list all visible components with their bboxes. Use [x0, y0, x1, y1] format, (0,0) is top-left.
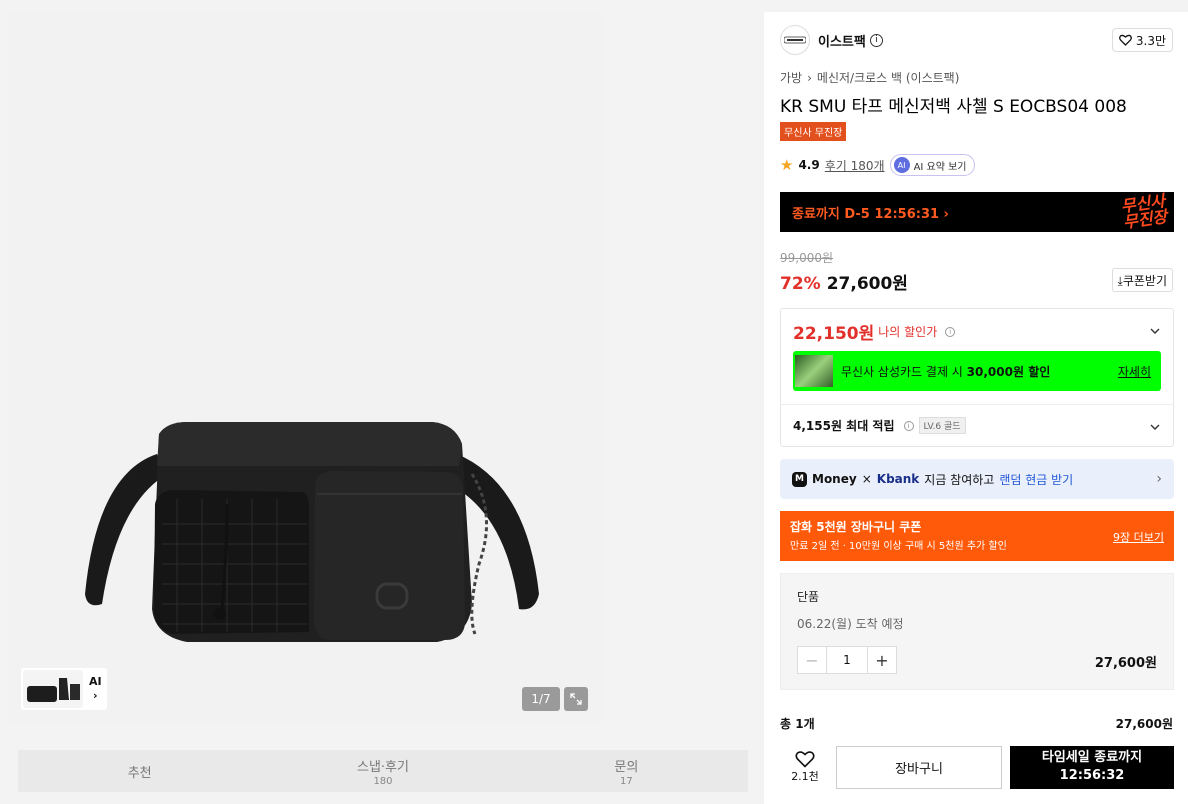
musinsa-mujinjang-logo: 무신사 무진장 [1119, 191, 1169, 232]
chevron-right-icon: › [93, 689, 98, 702]
card-discount-banner[interactable]: 무신사 삼성카드 결제 시 30,000원 할인 자세히 [793, 351, 1161, 391]
timesale-banner[interactable]: 종료까지 D-5 12:56:31 › 무신사 무진장 [780, 191, 1174, 232]
option-name: 단품 [797, 590, 820, 604]
content-tabs: 추천 스냅·후기 180 문의 17 [18, 750, 748, 792]
timesale-countdown: 종료까지 D-5 12:56:31 › [792, 206, 949, 222]
tab-recommend[interactable]: 추천 [18, 750, 261, 792]
discount-rate: 72% [780, 274, 821, 294]
quantity-stepper: − 1 + [797, 646, 897, 674]
wishlist-button[interactable]: 2.1천 [780, 750, 830, 784]
coupon-subtitle: 만료 2일 전 · 10만원 이상 구매 시 5천원 추가 할인 [790, 541, 1007, 552]
product-gallery-column: AI › 1/7 추천 스냅·후기 180 문의 17 [0, 0, 763, 804]
total-price: 27,600원 [1115, 717, 1173, 731]
kbank-promo-banner[interactable]: M Money × Kbank 지금 참여하고 랜덤 현금 받기 › [780, 459, 1174, 499]
ai-thumbnail-label[interactable]: AI › [89, 675, 102, 703]
info-icon[interactable]: i [869, 33, 883, 47]
money-icon: M [792, 471, 807, 487]
points-row[interactable]: 4,155원 최대 적립 i LV.6 골드 [793, 417, 966, 434]
tab-inquiry[interactable]: 문의 17 [505, 750, 748, 792]
info-icon[interactable]: i [903, 420, 914, 431]
chevron-right-icon: › [807, 70, 812, 85]
brand-like-button[interactable]: 3.3만 [1111, 28, 1173, 52]
chevron-down-icon[interactable] [1149, 421, 1161, 433]
ai-icon: AI [893, 157, 910, 173]
ai-summary-button[interactable]: AI AI 요약 보기 [889, 154, 975, 176]
add-to-cart-button[interactable]: 장바구니 [836, 745, 1002, 789]
member-level-badge: LV.6 골드 [918, 417, 966, 434]
chevron-right-icon: › [1156, 471, 1162, 487]
review-link[interactable]: 후기 180개 [825, 157, 885, 174]
card-image [795, 355, 833, 387]
thumbnail-image[interactable] [23, 670, 83, 708]
my-discount-label: 나의 할인가 [878, 325, 938, 339]
heart-icon [795, 751, 815, 768]
image-counter: 1/7 [522, 687, 560, 711]
thumbnail-strip[interactable]: AI › [21, 668, 107, 710]
original-price: 99,000원 [780, 251, 834, 265]
plus-icon[interactable]: + [868, 647, 896, 673]
purchase-bar: 2.1천 장바구니 타임세일 종료까지 12:56:32 [780, 745, 1174, 789]
cart-coupon-banner[interactable]: 잡화 5천원 장바구니 쿠폰 만료 2일 전 · 10만원 이상 구매 시 5천… [780, 511, 1174, 561]
my-price-row[interactable]: 22,150원 나의 할인가 i [793, 319, 956, 344]
card-discount-text: 무신사 삼성카드 결제 시 30,000원 할인 [841, 364, 1051, 379]
divider [781, 404, 1173, 405]
breadcrumb-item[interactable]: 메신저/크로스 백 (이스트팩) [817, 69, 959, 86]
info-icon[interactable]: i [945, 326, 956, 337]
coupon-title: 잡화 5천원 장바구니 쿠폰 [790, 520, 922, 534]
quantity-value[interactable]: 1 [826, 647, 868, 673]
coupon-more-link[interactable]: 9장 더보기 [1113, 529, 1164, 545]
promo-tag: 무신사 무진장 [780, 122, 847, 141]
breadcrumb-item[interactable]: 가방 [780, 69, 802, 86]
product-image [85, 422, 539, 642]
brand-row: 이스트팩 i 3.3만 [780, 25, 1173, 55]
brand-like-count: 3.3만 [1135, 33, 1166, 48]
card-detail-link[interactable]: 자세히 [1118, 363, 1151, 380]
arrival-date: 06.22(월) 도착 예정 [797, 617, 904, 631]
benefit-box: 22,150원 나의 할인가 i 무신사 삼성카드 결제 시 30,000원 할… [780, 308, 1174, 447]
option-price: 27,600원 [1094, 656, 1157, 671]
breadcrumb: 가방 › 메신저/크로스 백 (이스트팩) [780, 69, 959, 86]
heart-icon [1118, 34, 1132, 46]
wishlist-count: 2.1천 [791, 770, 819, 783]
max-points: 4,155원 최대 적립 [793, 419, 895, 433]
brand-logo[interactable] [780, 25, 810, 55]
rating-value: 4.9 [798, 158, 820, 172]
buy-now-button[interactable]: 타임세일 종료까지 12:56:32 [1010, 745, 1174, 789]
coupon-download-button[interactable]: ⤓쿠폰받기 [1111, 268, 1173, 292]
my-discount-price: 22,150원 [793, 324, 875, 344]
minus-icon[interactable]: − [798, 647, 826, 673]
product-title: KR SMU 타프 메신저백 사첼 S EOCBS04 008 [780, 97, 1127, 117]
product-info-panel: 이스트팩 i 3.3만 가방 › 메신저/크로스 백 (이스트팩) KR SMU… [764, 12, 1188, 804]
selected-option-box: 단품 06.22(월) 도착 예정 − 1 + 27,600원 [780, 573, 1174, 690]
price-row: 72% 27,600원 [780, 269, 908, 294]
total-count: 총 1개 [780, 717, 815, 731]
expand-icon[interactable] [564, 687, 588, 711]
chevron-down-icon[interactable] [1149, 325, 1161, 337]
sale-price: 27,600원 [826, 274, 908, 294]
star-icon: ★ [780, 156, 794, 174]
rating-row: ★ 4.9 후기 180개 AI AI 요약 보기 [780, 154, 975, 176]
product-image-area[interactable] [7, 12, 603, 726]
tab-snap-review[interactable]: 스냅·후기 180 [261, 750, 504, 792]
brand-name[interactable]: 이스트팩 [818, 31, 866, 50]
total-row: 총 1개 27,600원 [780, 715, 1173, 732]
